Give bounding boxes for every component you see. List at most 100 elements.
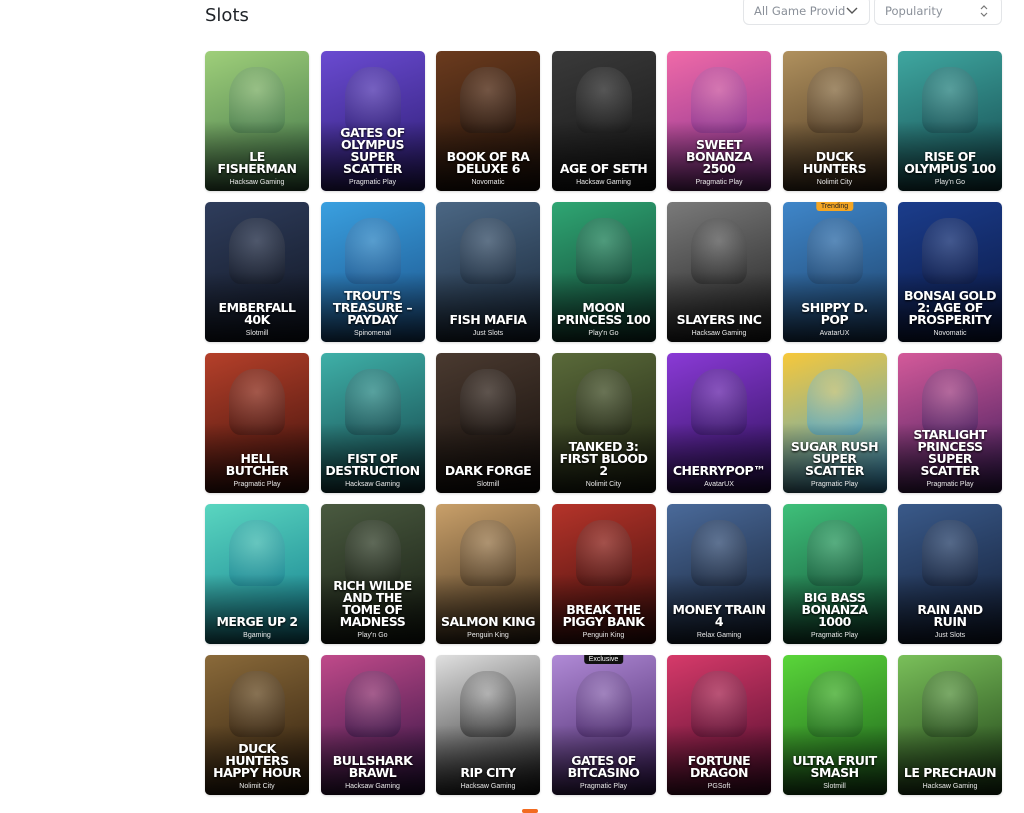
game-card[interactable]: SUGAR RUSH SUPER SCATTER Pragmatic Play (782, 353, 887, 493)
game-card[interactable]: CHERRYPOP™ AvatarUX (667, 353, 771, 493)
game-provider: Nolimit City (585, 481, 622, 488)
game-card[interactable]: BIG BASS BONANZA 1000 Pragmatic Play (782, 504, 887, 644)
game-card[interactable]: RIP CITY Hacksaw Gaming (436, 655, 540, 795)
sort-select[interactable]: Popularity (874, 0, 1002, 25)
page-title: Slots (205, 5, 249, 26)
game-card[interactable]: RICH WILDE AND THE TOME OF MADNESS Play'n… (320, 504, 425, 644)
game-provider: Hacksaw Gaming (460, 783, 516, 790)
game-title: RIP CITY (460, 765, 516, 780)
game-provider: Pragmatic Play (695, 179, 743, 186)
game-provider: Hacksaw Gaming (691, 330, 747, 337)
provider-filter-select[interactable]: All Game Provid... (743, 0, 870, 25)
game-title: CHERRYPOP™ (672, 463, 766, 478)
game-provider: Play'n Go (357, 632, 388, 639)
game-card[interactable]: GATES OF OLYMPUS SUPER SCATTER Pragmatic … (320, 51, 425, 191)
game-card[interactable]: MERGE UP 2 Bgaming (205, 504, 309, 644)
game-title: BONSAI GOLD 2: AGE OF PROSPERITY (903, 288, 997, 327)
game-provider: Just Slots (934, 632, 966, 639)
game-provider: PGSoft (707, 783, 731, 790)
game-title: FIST OF DESTRUCTION (325, 451, 420, 478)
game-provider: Novomatic (471, 179, 505, 186)
game-card[interactable]: BONSAI GOLD 2: AGE OF PROSPERITY Novomati… (898, 202, 1002, 342)
exclusive-badge: Exclusive (583, 655, 624, 664)
game-card[interactable]: MONEY TRAIN 4 Relax Gaming (667, 504, 771, 644)
game-provider: Slotmill (823, 783, 846, 790)
provider-filter-value: All Game Provid... (754, 3, 845, 18)
game-provider: Hacksaw Gaming (345, 783, 400, 790)
game-card[interactable]: DARK FORGE Slotmill (436, 353, 540, 493)
game-card[interactable]: Trending SHIPPY D. POP AvatarUX (782, 202, 887, 342)
pagination-indicator[interactable] (522, 809, 538, 813)
game-card[interactable]: DUCK HUNTERS HAPPY HOUR Nolimit City (205, 655, 309, 795)
game-provider: Pragmatic Play (348, 179, 397, 186)
game-title: MERGE UP 2 (216, 614, 298, 629)
game-title: BULLSHARK BRAWL (332, 753, 413, 780)
game-title: RAIN AND RUIN (917, 602, 983, 629)
game-card[interactable]: SWEET BONANZA 2500 Pragmatic Play (667, 51, 771, 191)
game-card[interactable]: BOOK OF RA DELUXE 6 Novomatic (436, 51, 540, 191)
game-title: SALMON KING (440, 614, 536, 629)
game-card[interactable]: AGE OF SETH Hacksaw Gaming (551, 51, 656, 191)
game-card[interactable]: Exclusive GATES OF BITCASINO Pragmatic Pla… (551, 655, 656, 795)
game-card[interactable]: FISH MAFIA Just Slots (436, 202, 540, 342)
game-provider: Pragmatic Play (926, 481, 974, 488)
game-card[interactable]: SLAYERS INC Hacksaw Gaming (667, 202, 771, 342)
game-title: SUGAR RUSH SUPER SCATTER (790, 439, 879, 478)
game-provider: Hacksaw Gaming (229, 179, 285, 186)
game-title: BOOK OF RA DELUXE 6 (446, 149, 530, 176)
game-card[interactable]: STARLIGHT PRINCESS SUPER SCATTER Pragmati… (898, 353, 1002, 493)
sort-value: Popularity (885, 3, 943, 18)
game-provider: Bgaming (243, 632, 271, 639)
game-card[interactable]: TROUT'S TREASURE – PAYDAY Spinomenal (320, 202, 425, 342)
game-provider: Penguin King (582, 632, 625, 639)
game-provider: Pragmatic Play (810, 632, 859, 639)
game-provider: Slotmill (245, 330, 269, 337)
trending-badge: Trending (815, 202, 854, 211)
game-title: HELL BUTCHER (225, 451, 289, 478)
game-provider: Slotmill (476, 481, 500, 488)
game-card[interactable]: LE PRECHAUN Hacksaw Gaming (898, 655, 1002, 795)
game-provider: Play'n Go (934, 179, 966, 186)
game-provider: Nolimit City (239, 783, 275, 790)
game-provider: Play'n Go (588, 330, 619, 337)
game-provider: Hacksaw Gaming (345, 481, 400, 488)
game-provider: AvatarUX (704, 481, 734, 488)
game-title: EMBERFALL 40K (218, 300, 296, 327)
game-provider: Pragmatic Play (579, 783, 628, 790)
game-card[interactable]: FIST OF DESTRUCTION Hacksaw Gaming (320, 353, 425, 493)
game-provider: AvatarUX (819, 330, 850, 337)
game-title: FISH MAFIA (449, 312, 527, 327)
game-title: SHIPPY D. POP (801, 300, 868, 327)
game-title: LE FISHERMAN (217, 149, 297, 176)
game-provider: Hacksaw Gaming (922, 783, 978, 790)
game-title: GATES OF BITCASINO (567, 753, 640, 780)
game-title: AGE OF SETH (559, 161, 648, 176)
game-card[interactable]: BULLSHARK BRAWL Hacksaw Gaming (320, 655, 425, 795)
game-title: STARLIGHT PRINCESS SUPER SCATTER (913, 427, 987, 478)
game-card[interactable]: RISE OF OLYMPUS 100 Play'n Go (898, 51, 1002, 191)
game-card[interactable]: SALMON KING Penguin King (436, 504, 540, 644)
game-provider: Hacksaw Gaming (576, 179, 631, 186)
game-card[interactable]: TANKED 3: FIRST BLOOD 2 Nolimit City (551, 353, 656, 493)
game-title: ULTRA FRUIT SMASH (792, 753, 877, 780)
game-card[interactable]: MOON PRINCESS 100 Play'n Go (551, 202, 656, 342)
game-provider: Novomatic (933, 330, 967, 337)
chevron-down-icon (845, 4, 859, 18)
game-card[interactable]: ULTRA FRUIT SMASH Slotmill (782, 655, 887, 795)
game-title: TROUT'S TREASURE – PAYDAY (332, 288, 413, 327)
game-card[interactable]: DUCK HUNTERS Nolimit City (782, 51, 887, 191)
game-card[interactable]: FORTUNE DRAGON PGSoft (667, 655, 771, 795)
game-title: DUCK HUNTERS HAPPY HOUR (213, 741, 301, 780)
game-provider: Spinomenal (354, 330, 391, 337)
game-card[interactable]: LE FISHERMAN Hacksaw Gaming (205, 51, 309, 191)
game-card[interactable]: HELL BUTCHER Pragmatic Play (205, 353, 309, 493)
sort-updown-icon (977, 4, 991, 18)
game-card[interactable]: RAIN AND RUIN Just Slots (898, 504, 1002, 644)
game-card[interactable]: EMBERFALL 40K Slotmill (205, 202, 309, 342)
game-title: BIG BASS BONANZA 1000 (801, 590, 869, 629)
game-title: GATES OF OLYMPUS SUPER SCATTER (340, 125, 405, 176)
game-title: RICH WILDE AND THE TOME OF MADNESS (333, 578, 412, 629)
game-card[interactable]: BREAK THE PIGGY BANK Penguin King (551, 504, 656, 644)
game-title: LE PRECHAUN (903, 765, 997, 780)
game-provider: Penguin King (467, 632, 509, 639)
